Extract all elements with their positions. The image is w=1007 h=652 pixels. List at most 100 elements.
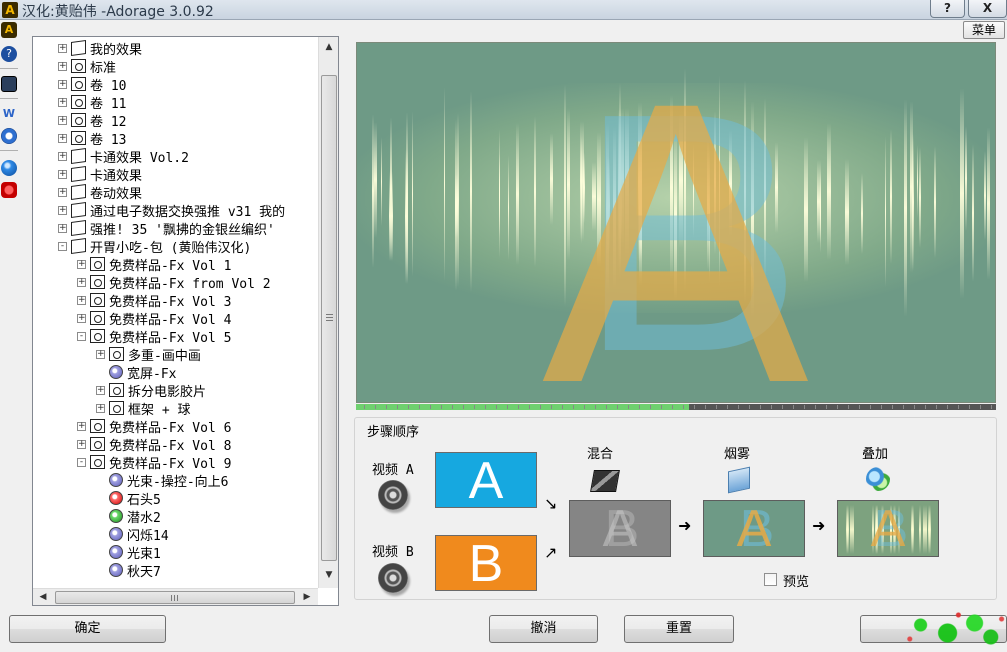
expand-icon[interactable]: +	[58, 97, 67, 107]
overlay-icon[interactable]	[866, 467, 890, 491]
fog-stage-thumbnail[interactable]: B A	[703, 500, 805, 557]
tree-item[interactable]: 潜水2	[96, 507, 161, 526]
expand-icon[interactable]: +	[58, 115, 67, 125]
collapse-icon[interactable]: -	[58, 241, 67, 251]
expand-icon[interactable]: +	[58, 151, 67, 161]
effect-folder-icon	[109, 347, 124, 361]
tree-item[interactable]: + 通过电子数据交换强推 v31 我的	[58, 201, 285, 220]
tree-item[interactable]: + 卷 11	[58, 93, 126, 112]
tree-item[interactable]: + 卷 12	[58, 111, 126, 130]
tree-item[interactable]: 秋天7	[96, 561, 161, 580]
progress-tick	[540, 405, 541, 409]
horizontal-scrollbar[interactable]: ◀ ▶	[33, 588, 318, 605]
menu-button[interactable]: 菜单	[963, 21, 1005, 39]
scroll-down-button[interactable]: ▼	[321, 567, 337, 583]
expand-icon[interactable]: +	[77, 295, 86, 305]
effect-folder-icon	[90, 437, 105, 451]
tree-item[interactable]: + 免费样品-Fx Vol 8	[77, 435, 231, 454]
progress-tick	[606, 405, 607, 409]
tree-item[interactable]: + 我的效果	[58, 39, 142, 58]
tree-item[interactable]: - 免费样品-Fx Vol 5	[77, 327, 231, 346]
tree-item[interactable]: 宽屏-Fx	[96, 363, 176, 382]
sphere-icon[interactable]	[1, 160, 17, 176]
tree-item[interactable]: + 框架 + 球	[96, 399, 190, 418]
light-streak	[845, 159, 849, 265]
tree-item[interactable]: 石头5	[96, 489, 161, 508]
progress-tick	[903, 405, 904, 409]
tree-item-label: 强推! 35 '飘拂的金银丝编织'	[90, 222, 275, 238]
stop-icon[interactable]	[1, 182, 17, 198]
tree-item[interactable]: + 免费样品-Fx Vol 6	[77, 417, 231, 436]
expand-icon[interactable]: +	[77, 259, 86, 269]
vertical-scrollbar[interactable]: ▲ ▼	[318, 37, 338, 588]
tree-item[interactable]: + 免费样品-Fx Vol 4	[77, 309, 231, 328]
expand-icon[interactable]: +	[77, 421, 86, 431]
scroll-left-button[interactable]: ◀	[35, 589, 51, 605]
film-reel-a-icon[interactable]	[378, 480, 408, 510]
film-reel-b-icon[interactable]	[378, 563, 408, 593]
effect-preview[interactable]: B A	[356, 42, 996, 403]
collapse-icon[interactable]: -	[77, 331, 86, 341]
expand-icon[interactable]: +	[58, 133, 67, 143]
expand-icon[interactable]: +	[58, 205, 67, 215]
tree-item[interactable]: + 免费样品-Fx from Vol 2	[77, 273, 271, 292]
expand-icon[interactable]: +	[77, 277, 86, 287]
tree-item[interactable]: + 强推! 35 '飘拂的金银丝编织'	[58, 219, 275, 238]
expand-icon[interactable]: +	[58, 223, 67, 233]
undo-button[interactable]: 撤消	[489, 615, 598, 643]
scroll-right-button[interactable]: ▶	[299, 589, 315, 605]
help-icon[interactable]: ?	[1, 46, 17, 62]
collapse-icon[interactable]: -	[77, 457, 86, 467]
tree-item[interactable]: 闪烁14	[96, 525, 169, 544]
close-button[interactable]: X	[968, 0, 1007, 18]
tree-item[interactable]: + 卷动效果	[58, 183, 142, 202]
tree-item[interactable]: + 拆分电影胶片	[96, 381, 206, 400]
effect-preset-icon	[109, 365, 123, 379]
horizontal-scroll-thumb[interactable]	[55, 591, 295, 604]
tree-item[interactable]: + 多重-画中画	[96, 345, 201, 364]
source-a-thumbnail[interactable]: A	[435, 452, 537, 508]
expand-icon[interactable]: +	[58, 187, 67, 197]
tree-item[interactable]: 光束-操控-向上6	[96, 471, 228, 490]
scroll-up-button[interactable]: ▲	[321, 39, 337, 55]
source-b-thumbnail[interactable]: B	[435, 535, 537, 591]
tree-item[interactable]: 光束1	[96, 543, 161, 562]
tree-item[interactable]: + 免费样品-Fx Vol 1	[77, 255, 231, 274]
preview-progress-bar[interactable]	[356, 404, 996, 410]
tree-item[interactable]: + 卡通效果 Vol.2	[58, 147, 189, 166]
expand-icon[interactable]: +	[77, 313, 86, 323]
folder-icon	[71, 39, 86, 57]
effects-tree[interactable]: + 我的效果 + 标准 + 卷 10 + 卷 11 + 卷 12 + 卷 13 + 卡通效果 Vol.2 +…	[32, 36, 339, 606]
expand-icon[interactable]: +	[58, 79, 67, 89]
tools-icon[interactable]: W	[1, 106, 17, 122]
expand-icon[interactable]: +	[58, 61, 67, 71]
progress-tick	[551, 405, 552, 409]
tree-item[interactable]: + 卡通效果	[58, 165, 142, 184]
overlay-stage-thumbnail[interactable]: B A	[837, 500, 939, 557]
fog-icon[interactable]	[728, 466, 750, 494]
tree-item[interactable]: - 开胃小吃-包 (黄贻伟汉化)	[58, 237, 251, 256]
gear-icon[interactable]	[1, 128, 17, 144]
mix-icon[interactable]	[590, 470, 620, 492]
preview-checkbox[interactable]	[764, 573, 777, 586]
expand-icon[interactable]: +	[96, 349, 105, 359]
adorage-icon[interactable]: A	[1, 22, 17, 38]
tree-item[interactable]: + 卷 13	[58, 129, 126, 148]
help-button[interactable]: ?	[930, 0, 965, 18]
mix-letter-a: A	[602, 500, 638, 557]
monitor-icon[interactable]	[1, 76, 17, 92]
progress-tick	[881, 405, 882, 409]
expand-icon[interactable]: +	[96, 403, 105, 413]
reset-button[interactable]: 重置	[624, 615, 734, 643]
expand-icon[interactable]: +	[77, 439, 86, 449]
mix-stage-thumbnail[interactable]: B A	[569, 500, 671, 557]
expand-icon[interactable]: +	[58, 43, 67, 53]
tree-item[interactable]: + 免费样品-Fx Vol 3	[77, 291, 231, 310]
vertical-scroll-thumb[interactable]	[321, 75, 337, 561]
tree-item[interactable]: + 标准	[58, 57, 116, 76]
tree-item[interactable]: + 卷 10	[58, 75, 126, 94]
ok-button[interactable]: 确定	[9, 615, 166, 643]
expand-icon[interactable]: +	[58, 169, 67, 179]
tree-item[interactable]: - 免费样品-Fx Vol 9	[77, 453, 231, 472]
expand-icon[interactable]: +	[96, 385, 105, 395]
